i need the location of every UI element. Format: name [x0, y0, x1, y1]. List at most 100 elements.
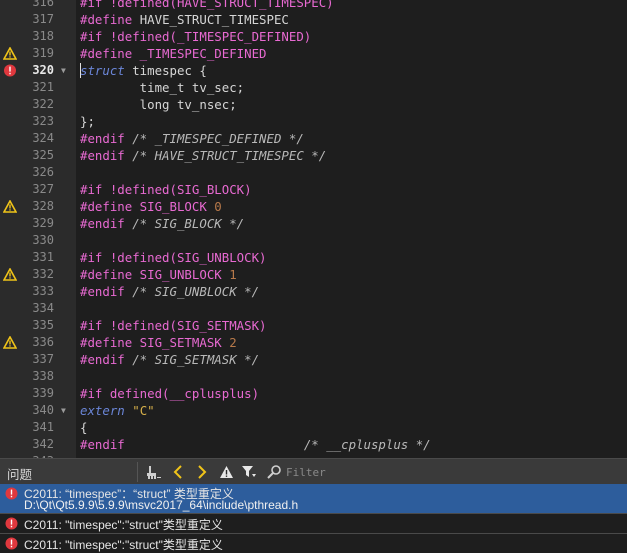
code-line[interactable]: 330 [0, 232, 627, 249]
error-icon [5, 537, 18, 550]
next-issue-button[interactable] [193, 463, 211, 481]
code-line[interactable]: 329 #endif /* SIG_BLOCK */ [0, 215, 627, 232]
code-token: HAVE_STRUCT_TIMESPEC [139, 12, 289, 27]
code-token: { [80, 420, 88, 435]
error-icon [5, 517, 18, 530]
warning-icon[interactable] [3, 336, 17, 349]
clean-issues-button[interactable] [145, 463, 163, 481]
error-icon[interactable] [3, 64, 17, 77]
issue-item[interactable]: C2011: "timespec":"struct"类型重定义 [0, 514, 627, 533]
code-text: #define SIG_UNBLOCK 1 [80, 266, 237, 283]
previous-issue-button[interactable] [169, 463, 187, 481]
fold-arrow-icon[interactable]: ▼ [61, 62, 71, 79]
code-line[interactable]: 337 #endif /* SIG_SETMASK */ [0, 351, 627, 368]
code-line[interactable]: 339 #if defined(__cplusplus) [0, 385, 627, 402]
code-line[interactable]: 335 #if !defined(SIG_SETMASK) [0, 317, 627, 334]
line-number: 316 [32, 0, 54, 9]
code-token: #if !defined(SIG_SETMASK) [80, 318, 267, 333]
issues-panel-header: 问题 [0, 458, 627, 484]
code-line[interactable]: 318 #if !defined(_TIMESPEC_DEFINED) [0, 28, 627, 45]
filter-input[interactable] [286, 463, 404, 481]
line-number: 330 [32, 233, 54, 247]
warning-icon[interactable] [3, 200, 17, 213]
code-token: #endif [80, 437, 125, 452]
code-text: }; [80, 113, 95, 130]
code-line[interactable]: 326 [0, 164, 627, 181]
code-token: #endif [80, 284, 133, 299]
chevron-left-icon [173, 465, 182, 479]
code-text: #if !defined(SIG_BLOCK) [80, 181, 252, 198]
code-token: 2 [229, 335, 237, 350]
code-token: #define [80, 12, 140, 27]
code-text: #define HAVE_STRUCT_TIMESPEC [80, 11, 289, 28]
issue-file-path: D:\Qt\Qt5.9.9\5.9.9\msvc2017_64\include\… [24, 498, 299, 512]
filter-box[interactable] [266, 463, 406, 481]
code-line[interactable]: 341 { [0, 419, 627, 436]
code-line[interactable]: 325 #endif /* HAVE_STRUCT_TIMESPEC */ [0, 147, 627, 164]
code-text: #endif /* __cplusplus */ [80, 436, 431, 453]
code-line[interactable]: 327 #if !defined(SIG_BLOCK) [0, 181, 627, 198]
code-token: /* SIG_BLOCK */ [132, 216, 245, 231]
filter-options-button[interactable] [240, 463, 258, 481]
code-token: time_t tv_sec; [80, 80, 245, 95]
line-number: 318 [32, 29, 54, 43]
code-token: #endif [80, 148, 133, 163]
toolbar-separator [137, 462, 138, 482]
code-token: #endif [80, 216, 133, 231]
line-number: 331 [32, 250, 54, 264]
issue-item[interactable]: C2011: “timespec”：“struct” 类型重定义 D:\Qt\Q… [0, 484, 627, 513]
issues-list[interactable]: C2011: “timespec”：“struct” 类型重定义 D:\Qt\Q… [0, 484, 627, 553]
code-token: /* __cplusplus */ [303, 437, 431, 452]
code-token: long tv_nsec; [80, 97, 237, 112]
code-line[interactable]: 319 #define _TIMESPEC_DEFINED [0, 45, 627, 62]
code-line[interactable]: 320 ▼ struct timespec { [0, 62, 627, 79]
code-line[interactable]: 333 #endif /* SIG_UNBLOCK */ [0, 283, 627, 300]
code-token: #define SIG_UNBLOCK [80, 267, 230, 282]
code-token: }; [80, 114, 95, 129]
code-line[interactable]: 323}; [0, 113, 627, 130]
code-line[interactable]: 342 #endif /* __cplusplus */ [0, 436, 627, 453]
code-token: #define _TIMESPEC_DEFINED [80, 46, 267, 61]
line-number: 333 [32, 284, 54, 298]
code-token: #if !defined(_TIMESPEC_DEFINED) [80, 29, 312, 44]
line-number: 320 [32, 63, 54, 77]
fold-arrow-icon[interactable]: ▼ [61, 402, 71, 419]
code-line[interactable]: 336 #define SIG_SETMASK 2 [0, 334, 627, 351]
code-line[interactable]: 317 #define HAVE_STRUCT_TIMESPEC [0, 11, 627, 28]
code-text: #endif /* SIG_SETMASK */ [80, 351, 259, 368]
code-text: #if !defined(SIG_SETMASK) [80, 317, 267, 334]
line-number: 326 [32, 165, 54, 179]
line-number: 337 [32, 352, 54, 366]
warning-icon[interactable] [3, 47, 17, 60]
code-line[interactable]: 338 [0, 368, 627, 385]
code-line[interactable]: 316 #if !defined(HAVE_STRUCT_TIMESPEC) [0, 0, 627, 11]
code-text: { [80, 419, 87, 436]
code-text: #if defined(__cplusplus) [80, 385, 259, 402]
code-token: timespec { [124, 63, 207, 78]
warning-icon[interactable] [3, 268, 17, 281]
code-line[interactable]: 328 #define SIG_BLOCK 0 [0, 198, 627, 215]
issue-item[interactable]: C2011: "timespec":"struct"类型重定义 [0, 534, 627, 553]
line-number: 336 [32, 335, 54, 349]
code-token: #endif [80, 131, 133, 146]
code-line[interactable]: 324 #endif /* _TIMESPEC_DEFINED */ [0, 130, 627, 147]
code-token: /* HAVE_STRUCT_TIMESPEC */ [132, 148, 327, 163]
search-icon [267, 465, 281, 479]
code-line[interactable]: 331 #if !defined(SIG_UNBLOCK) [0, 249, 627, 266]
line-number: 319 [32, 46, 54, 60]
error-icon [5, 487, 18, 500]
line-number: 329 [32, 216, 54, 230]
code-line[interactable]: 340 ▼ extern "C" [0, 402, 627, 419]
code-token: 0 [214, 199, 222, 214]
code-line[interactable]: 334 [0, 300, 627, 317]
code-token: #define SIG_SETMASK [80, 335, 230, 350]
code-token: struct [80, 63, 125, 78]
code-line[interactable]: 332 #define SIG_UNBLOCK 1 [0, 266, 627, 283]
line-number: 335 [32, 318, 54, 332]
code-text: long tv_nsec; [80, 96, 237, 113]
code-line[interactable]: 322 long tv_nsec; [0, 96, 627, 113]
show-warnings-button[interactable] [217, 463, 235, 481]
line-number: 317 [32, 12, 54, 26]
code-editor[interactable]: 316 #if !defined(HAVE_STRUCT_TIMESPEC) 317… [0, 0, 627, 458]
code-line[interactable]: 321 time_t tv_sec; [0, 79, 627, 96]
